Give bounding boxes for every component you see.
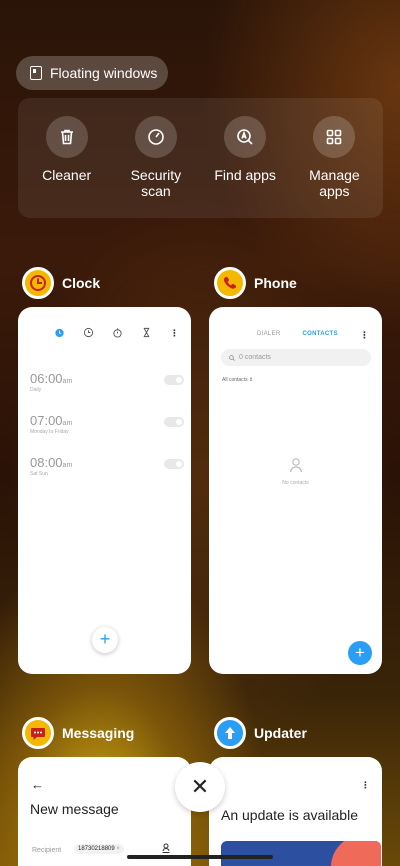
alarm-time: 06:00: [30, 371, 63, 386]
contacts-filter-label: All contacts: [222, 377, 248, 383]
grid-icon: [313, 116, 356, 158]
world-clock-icon[interactable]: [83, 327, 94, 338]
recipient-label: Recipient: [32, 847, 62, 854]
clock-tab-bar: ⋮: [54, 327, 179, 338]
alarm-icon[interactable]: [54, 327, 65, 338]
cleaner-button[interactable]: Cleaner: [25, 116, 109, 218]
tab-contacts[interactable]: CONTACTS: [302, 331, 337, 337]
phone-app-name: Phone: [254, 275, 297, 291]
manage-apps-button[interactable]: Manage apps: [292, 116, 376, 218]
clock-app-name: Clock: [62, 275, 101, 291]
find-apps-label: Find apps: [214, 167, 276, 183]
search-icon: [229, 354, 235, 361]
quick-tools-panel: Cleaner Security scan Find apps Manage a…: [18, 98, 383, 218]
floating-window-icon: [30, 66, 42, 80]
floating-windows-button[interactable]: Floating windows: [16, 56, 168, 90]
timer-icon[interactable]: [141, 327, 152, 338]
more-options-icon[interactable]: ⋮: [361, 781, 370, 790]
messaging-app-card[interactable]: ← New message Recipient 18730218809 ×: [18, 757, 191, 866]
phone-app-header[interactable]: Phone: [214, 267, 297, 299]
remove-chip-icon[interactable]: ×: [115, 846, 120, 852]
alarm-ampm: am: [62, 420, 73, 427]
cleaner-label: Cleaner: [42, 167, 92, 183]
gauge-icon: [134, 116, 177, 158]
back-arrow-icon[interactable]: ←: [31, 777, 44, 792]
empty-contacts: No contacts: [209, 457, 382, 486]
trash-icon: [45, 116, 88, 158]
clock-app-icon: [22, 267, 54, 299]
security-scan-label: Security scan: [130, 167, 182, 199]
more-options-icon[interactable]: ⋮: [170, 328, 179, 337]
alarm-toggle[interactable]: [164, 459, 184, 469]
updater-app-card[interactable]: ⋮ An update is available: [209, 757, 382, 866]
chevron-updown-icon: ⇕: [248, 377, 254, 383]
updater-app-name: Updater: [254, 725, 307, 741]
phone-app-card[interactable]: DIALER CONTACTS ⋮ 0 contacts All contact…: [209, 307, 382, 674]
alarm-row[interactable]: 07:00am Monday to Friday: [30, 413, 184, 435]
recipient-number: 18730218809: [78, 846, 115, 852]
no-contacts-text: No contacts: [282, 480, 309, 486]
clock-app-header[interactable]: Clock: [22, 267, 100, 299]
recipient-chip[interactable]: 18730218809 ×: [74, 844, 124, 854]
home-indicator[interactable]: [127, 855, 273, 859]
phone-tab-bar: DIALER CONTACTS: [257, 331, 338, 337]
messaging-app-icon: [22, 717, 54, 749]
search-app-icon: [224, 116, 267, 158]
alarm-row[interactable]: 06:00am Daily: [30, 371, 184, 393]
alarm-repeat: Monday to Friday: [30, 429, 69, 435]
updater-app-icon: [214, 717, 246, 749]
stopwatch-icon[interactable]: [112, 327, 123, 338]
contact-picker-icon[interactable]: [161, 843, 171, 853]
alarm-toggle[interactable]: [164, 417, 184, 427]
updater-app-header[interactable]: Updater: [214, 717, 307, 749]
more-options-icon[interactable]: ⋮: [360, 331, 369, 340]
alarm-ampm: am: [62, 462, 73, 469]
tab-dialer[interactable]: DIALER: [257, 331, 280, 337]
security-scan-button[interactable]: Security scan: [114, 116, 198, 218]
close-icon: ✕: [190, 774, 210, 799]
clock-app-card[interactable]: ⋮ 06:00am Daily 07:00am Monday to Friday…: [18, 307, 191, 674]
floating-windows-label: Floating windows: [50, 65, 158, 81]
manage-apps-label: Manage apps: [309, 167, 360, 199]
phone-app-icon: [214, 267, 246, 299]
alarm-time: 08:00: [30, 455, 63, 470]
add-contact-button[interactable]: +: [348, 641, 372, 665]
find-apps-button[interactable]: Find apps: [203, 116, 287, 218]
alarm-repeat: Sat Sun: [30, 471, 48, 477]
contacts-filter[interactable]: All contacts ⇕: [222, 377, 253, 383]
messaging-app-header[interactable]: Messaging: [22, 717, 134, 749]
alarm-repeat: Daily: [30, 387, 42, 393]
add-alarm-button[interactable]: +: [92, 627, 118, 653]
alarm-time: 07:00: [30, 413, 63, 428]
update-available-title: An update is available: [221, 807, 358, 823]
messaging-app-name: Messaging: [62, 725, 135, 741]
contacts-search-placeholder: 0 contacts: [239, 354, 271, 361]
alarm-toggle[interactable]: [164, 375, 184, 385]
person-icon: [289, 458, 302, 473]
new-message-title: New message: [30, 801, 119, 817]
contacts-search-input[interactable]: 0 contacts: [221, 349, 371, 366]
close-all-button[interactable]: ✕: [175, 762, 225, 812]
alarm-ampm: am: [62, 378, 73, 385]
alarm-row[interactable]: 08:00am Sat Sun: [30, 455, 184, 477]
update-banner-image: [221, 841, 381, 866]
